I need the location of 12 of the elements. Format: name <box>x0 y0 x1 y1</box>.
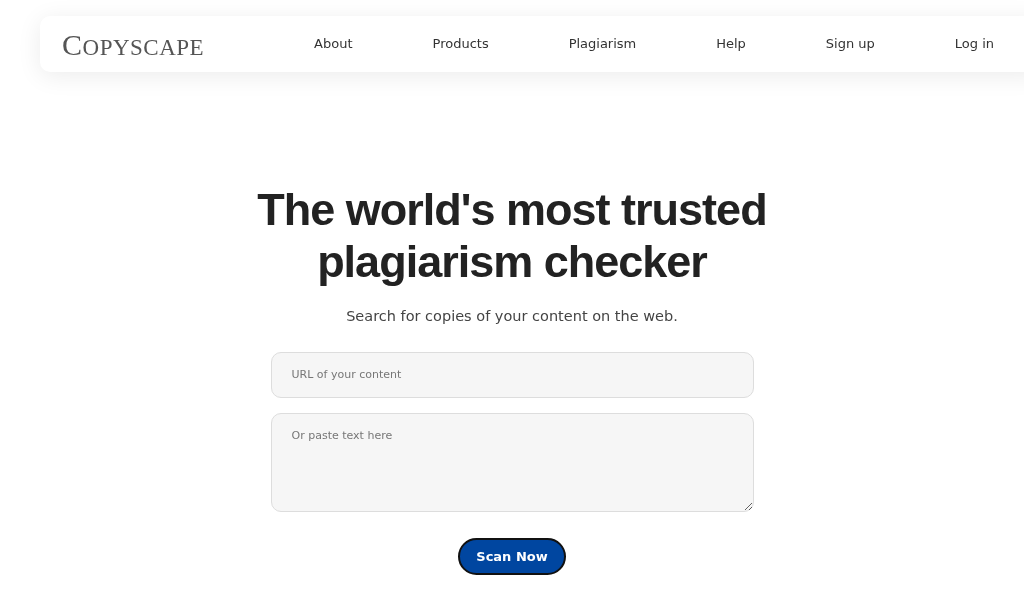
nav-link[interactable]: About <box>314 34 353 54</box>
subheading: Search for copies of your content on the web. <box>345 307 679 326</box>
scan-now-button[interactable]: Scan Now <box>458 537 566 576</box>
nav-link[interactable]: Log in <box>954 34 994 54</box>
url-input-field[interactable]: URL of your content <box>270 351 754 398</box>
nav-link[interactable]: Products <box>432 34 489 54</box>
nav-link[interactable]: Help <box>716 34 746 54</box>
page-heading: The world's most trusted plagiarism checker <box>256 184 768 288</box>
text-input-field[interactable]: Or paste text here <box>270 412 754 512</box>
nav-link[interactable]: Sign up <box>825 34 875 54</box>
logo[interactable]: COPYSCAPE <box>62 21 205 67</box>
nav-link[interactable]: Plagiarism <box>568 34 637 54</box>
